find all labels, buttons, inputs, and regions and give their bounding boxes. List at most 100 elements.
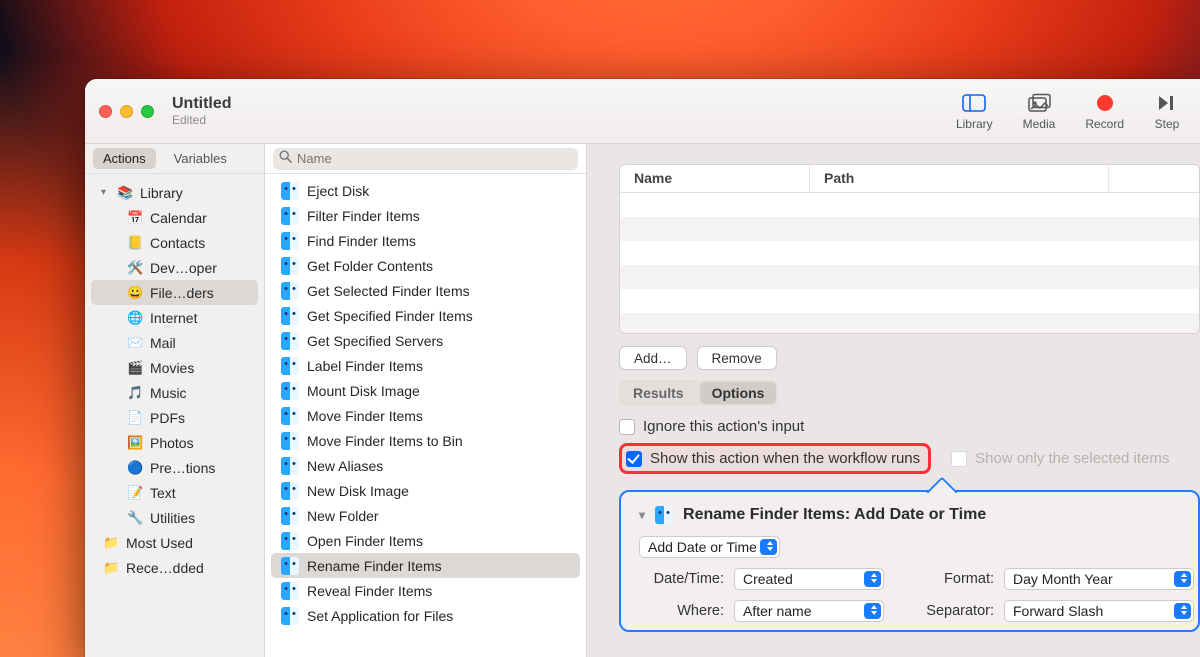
action-label: Reveal Finder Items xyxy=(307,583,432,599)
action-label: Rename Finder Items xyxy=(307,558,442,574)
library-smart-folder[interactable]: 📁Rece…dded xyxy=(91,555,258,580)
variables-tab[interactable]: Variables xyxy=(164,148,237,169)
ignore-input-checkbox[interactable]: Ignore this action's input xyxy=(619,418,1200,435)
window-title: Untitled xyxy=(172,95,232,113)
action-row[interactable]: Move Finder Items to Bin xyxy=(271,428,580,453)
category-icon: 📒 xyxy=(127,234,144,251)
action-row[interactable]: Reveal Finder Items xyxy=(271,578,580,603)
action-row[interactable]: Move Finder Items xyxy=(271,403,580,428)
workflow-canvas: Name Path Add… Remove Results Options xyxy=(587,144,1200,657)
action-row[interactable]: Filter Finder Items xyxy=(271,203,580,228)
search-input[interactable] xyxy=(297,151,572,166)
tree-label: PDFs xyxy=(150,410,185,426)
library-item[interactable]: 🛠️Dev…oper xyxy=(91,255,258,280)
record-toolbar-button[interactable]: Record xyxy=(1079,92,1130,131)
action-label: Set Application for Files xyxy=(307,608,453,624)
library-item[interactable]: 🖼️Photos xyxy=(91,430,258,455)
close-window-button[interactable] xyxy=(99,105,112,118)
action-label: Move Finder Items to Bin xyxy=(307,433,463,449)
category-icon: 🌐 xyxy=(127,309,144,326)
finder-icon xyxy=(281,207,299,225)
tree-label: Dev…oper xyxy=(150,260,217,276)
table-body[interactable] xyxy=(620,193,1199,333)
action-row[interactable]: New Folder xyxy=(271,503,580,528)
remove-button[interactable]: Remove xyxy=(697,346,777,370)
results-tab[interactable]: Results xyxy=(621,382,696,404)
mode-popup[interactable]: Add Date or Time xyxy=(639,536,780,558)
library-item[interactable]: 📒 Contacts xyxy=(91,230,258,255)
library-sidebar: Actions Variables ▾ 📚 Library 📅Calendar 📒 Con… xyxy=(85,144,265,657)
finder-icon xyxy=(281,507,299,525)
action-row[interactable]: Find Finder Items xyxy=(271,228,580,253)
folder-icon: 📁 xyxy=(103,534,120,551)
finder-icon xyxy=(281,457,299,475)
action-row[interactable]: Set Application for Files xyxy=(271,603,580,628)
category-icon: 🎵 xyxy=(127,384,144,401)
library-smart-folder[interactable]: 📁Most Used xyxy=(91,530,258,555)
card-header[interactable]: ▾ Rename Finder Items: Add Date or Time xyxy=(639,506,1180,524)
action-label: Filter Finder Items xyxy=(307,208,420,224)
finder-icon xyxy=(281,582,299,600)
action-label: Find Finder Items xyxy=(307,233,416,249)
search-field[interactable] xyxy=(273,148,578,170)
actions-tab[interactable]: Actions xyxy=(93,148,156,169)
library-item[interactable]: 📅Calendar xyxy=(91,205,258,230)
library-tree[interactable]: ▾ 📚 Library 📅Calendar 📒 Contacts 🛠️Dev…oper😀Fi… xyxy=(85,174,264,657)
tree-label: Contacts xyxy=(150,235,205,251)
action-row[interactable]: Get Specified Finder Items xyxy=(271,303,580,328)
action-row[interactable]: New Aliases xyxy=(271,453,580,478)
action-label: Label Finder Items xyxy=(307,358,423,374)
tree-label: Internet xyxy=(150,310,197,326)
options-tab[interactable]: Options xyxy=(700,382,777,404)
library-item[interactable]: 🎬Movies xyxy=(91,355,258,380)
add-button[interactable]: Add… xyxy=(619,346,687,370)
library-item[interactable]: 📄PDFs xyxy=(91,405,258,430)
action-row[interactable]: Get Folder Contents xyxy=(271,253,580,278)
library-root[interactable]: ▾ 📚 Library xyxy=(91,180,258,205)
category-icon: 🖼️ xyxy=(127,434,144,451)
library-item[interactable]: 🌐 Internet xyxy=(91,305,258,330)
step-toolbar-button[interactable]: Step xyxy=(1148,92,1186,131)
minimize-window-button[interactable] xyxy=(120,105,133,118)
action-row[interactable]: New Disk Image xyxy=(271,478,580,503)
finder-icon xyxy=(281,432,299,450)
media-icon xyxy=(1026,92,1052,114)
disclosure-icon: ▾ xyxy=(639,508,645,522)
action-row[interactable]: Label Finder Items xyxy=(271,353,580,378)
record-icon xyxy=(1092,92,1118,114)
action-row[interactable]: Get Specified Servers xyxy=(271,328,580,353)
finder-icon xyxy=(281,407,299,425)
library-toolbar-button[interactable]: Library xyxy=(950,92,999,131)
toolbar-label: Library xyxy=(956,117,993,131)
where-popup[interactable]: After name xyxy=(734,600,884,622)
library-item[interactable]: 🔧Utilities xyxy=(91,505,258,530)
format-popup[interactable]: Day Month Year xyxy=(1004,568,1194,590)
action-row[interactable]: Mount Disk Image xyxy=(271,378,580,403)
column-header-name[interactable]: Name xyxy=(620,165,810,192)
library-item[interactable]: ✉️Mail xyxy=(91,330,258,355)
library-item[interactable]: 📝Text xyxy=(91,480,258,505)
library-item[interactable]: 🔵Pre…tions xyxy=(91,455,258,480)
folder-icon: 📁 xyxy=(103,559,120,576)
action-row[interactable]: Rename Finder Items xyxy=(271,553,580,578)
separator-popup[interactable]: Forward Slash xyxy=(1004,600,1194,622)
show-when-runs-checkbox[interactable]: Show this action when the workflow runs xyxy=(626,450,920,467)
zoom-window-button[interactable] xyxy=(141,105,154,118)
library-item[interactable]: 😀File…ders xyxy=(91,280,258,305)
toolbar-label: Record xyxy=(1085,117,1124,131)
tree-label: File…ders xyxy=(150,285,214,301)
action-row[interactable]: Eject Disk xyxy=(271,178,580,203)
action-row[interactable]: Get Selected Finder Items xyxy=(271,278,580,303)
library-item[interactable]: 🎵Music xyxy=(91,380,258,405)
tree-label: Library xyxy=(140,185,183,201)
chevron-down-icon: ▾ xyxy=(101,187,111,198)
finder-icon xyxy=(281,557,299,575)
action-row[interactable]: Open Finder Items xyxy=(271,528,580,553)
finder-icon xyxy=(281,332,299,350)
actions-list[interactable]: Eject Disk Filter Finder Items Find Finder… xyxy=(265,174,586,657)
media-toolbar-button[interactable]: Media xyxy=(1017,92,1062,131)
column-header-path[interactable]: Path xyxy=(810,165,1109,192)
format-label: Format: xyxy=(924,571,994,587)
library-icon: 📚 xyxy=(117,184,134,201)
datetime-popup[interactable]: Created xyxy=(734,568,884,590)
